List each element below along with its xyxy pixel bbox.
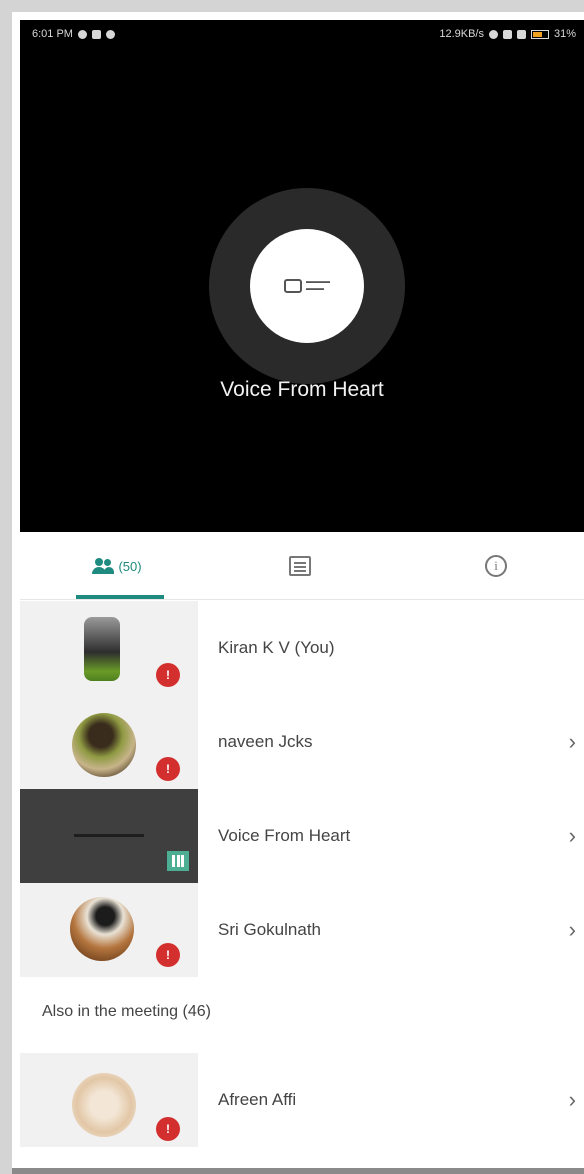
participant-list: ! Kiran K V (You) ! naveen Jcks › Voice … [20,601,584,1147]
chevron-right-icon[interactable]: › [569,789,576,883]
participant-thumbnail: ! [20,1053,198,1147]
participant-thumbnail: ! [20,883,198,977]
active-tab-indicator [76,595,164,599]
logo-wordmark: ▬▬▬▬ ▬▬▬ [306,279,330,292]
avatar [72,1073,136,1137]
participant-name: Kiran K V (You) [218,638,335,657]
participant-row-sri[interactable]: ! Sri Gokulnath › [20,883,584,977]
avatar [72,713,136,777]
muted-icon: ! [156,1117,180,1141]
muted-icon: ! [156,943,180,967]
muted-icon: ! [156,757,180,781]
participant-thumbnail: ! [20,695,198,789]
active-speaker-name: Voice From Heart [220,378,384,401]
app-frame: 6:01 PM 12.9KB/s 31% ▬▬▬▬ ▬▬▬ Voice From … [0,0,584,1174]
status-time: 6:01 PM [32,28,73,40]
info-icon: i [485,555,507,577]
active-speaker-stage: 6:01 PM 12.9KB/s 31% ▬▬▬▬ ▬▬▬ Voice From … [20,20,584,532]
participant-name: Afreen Affi [218,1090,297,1109]
notification-icon [77,29,87,39]
tab-chat[interactable] [270,532,330,600]
logo-mark-icon [284,279,302,293]
chevron-right-icon[interactable]: › [569,1053,576,1147]
meeting-tabs: (50) i [20,532,584,600]
battery-icon [530,29,549,39]
app-notification-icon [91,29,101,39]
battery-percent: 31% [553,28,576,40]
tab-participants[interactable]: (50) [62,532,172,600]
bottom-edge [12,1168,584,1174]
participant-row-naveen[interactable]: ! naveen Jcks › [20,695,584,789]
participant-name: Sri Gokulnath [218,920,321,939]
video-frame-content [74,834,144,837]
participant-row-afreen[interactable]: ! Afreen Affi › [20,1053,584,1147]
alarm-icon [488,29,498,39]
chevron-right-icon[interactable]: › [569,695,576,789]
participant-name: naveen Jcks [218,732,313,751]
avatar [84,617,120,681]
speaking-indicator-icon [167,851,189,871]
chevron-right-icon[interactable]: › [569,883,576,977]
avatar [70,897,134,961]
participant-row-kiran[interactable]: ! Kiran K V (You) [20,601,584,695]
chat-icon [289,556,311,576]
network-speed: 12.9KB/s [439,28,484,40]
status-bar: 6:01 PM 12.9KB/s 31% [20,20,584,48]
participant-thumbnail: ! [20,601,198,695]
also-in-meeting-header: Also in the meeting (46) [20,977,584,1053]
participant-name: Voice From Heart [218,826,351,845]
tab-info[interactable]: i [466,532,526,600]
signal-icon [516,29,526,39]
participant-video-thumbnail [20,789,198,883]
participants-icon [92,558,115,574]
wifi-icon [502,29,512,39]
settings-notification-icon [105,29,115,39]
speaker-avatar-ring: ▬▬▬▬ ▬▬▬ [209,188,405,384]
participants-count: (50) [118,558,142,574]
speaker-logo-avatar: ▬▬▬▬ ▬▬▬ [250,229,364,343]
muted-icon: ! [156,663,180,687]
participant-row-voice-from-heart[interactable]: Voice From Heart › [20,789,584,883]
